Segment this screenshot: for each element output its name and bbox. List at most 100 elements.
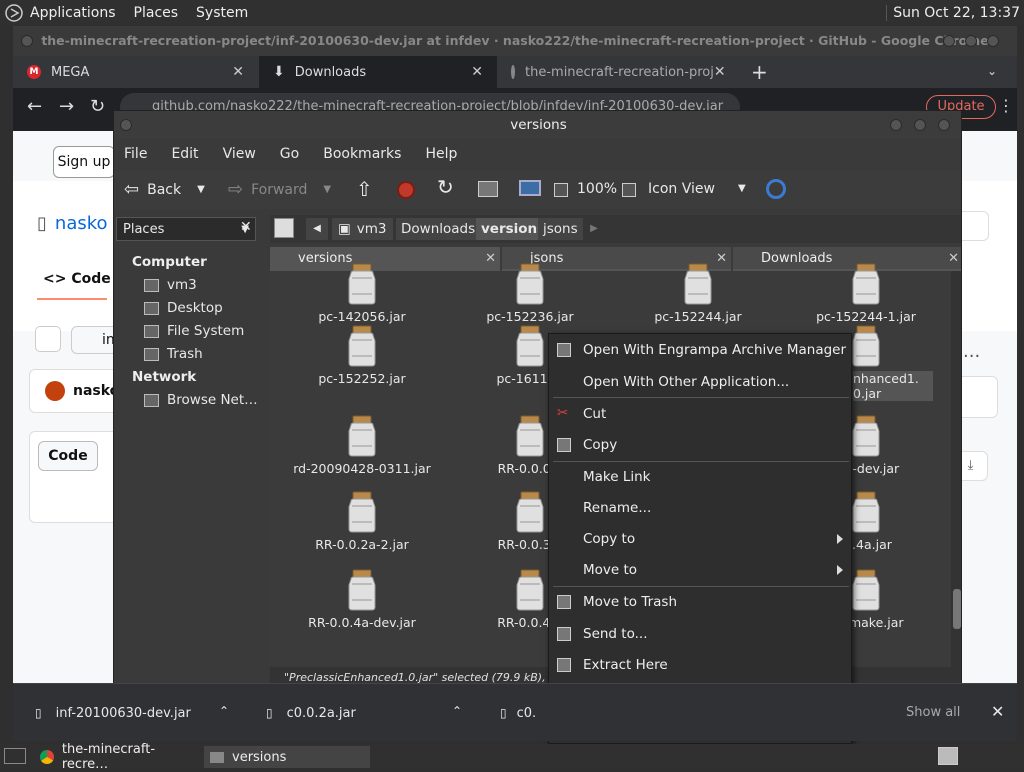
sidebar-item-trash[interactable]: Trash xyxy=(144,346,203,362)
home-folder-icon[interactable] xyxy=(478,181,498,197)
menu-view[interactable]: View xyxy=(223,146,256,162)
menu-go[interactable]: Go xyxy=(280,146,299,162)
context-menu-item-copy[interactable]: Copy xyxy=(549,430,853,460)
taskbar-item-versions[interactable]: versions xyxy=(204,746,370,768)
chevron-up-icon[interactable]: ⌃ xyxy=(219,704,229,718)
close-tab-icon[interactable]: ✕ xyxy=(471,64,483,80)
new-tab-icon[interactable]: + xyxy=(751,60,768,84)
menu-file[interactable]: File xyxy=(124,146,147,162)
download-item-c002a[interactable]: ▯ c0.0.2a.jar xyxy=(266,684,466,742)
maximize-icon[interactable] xyxy=(965,35,977,47)
context-menu-item-make-link[interactable]: Make Link xyxy=(549,462,853,492)
tab-search-icon[interactable]: ⌄ xyxy=(987,64,997,78)
close-tab-icon[interactable]: ✕ xyxy=(232,64,244,80)
show-all-button[interactable]: Show all xyxy=(906,701,976,725)
context-menu-item-rename[interactable]: Rename... xyxy=(549,493,853,523)
view-mode-dropdown-icon[interactable]: ▼ xyxy=(738,183,746,194)
context-menu-item-move-to-trash[interactable]: Move to Trash xyxy=(549,587,853,617)
clock[interactable]: Sun Oct 22, 13:37 xyxy=(886,4,1020,21)
reload-icon[interactable]: ↻ xyxy=(437,175,454,199)
code-tab[interactable]: <> Code xyxy=(43,271,111,287)
tab-github[interactable]: the-minecraft-recreation-proj ✕ xyxy=(497,56,733,88)
context-menu-item-cut[interactable]: ✂ Cut xyxy=(549,399,853,429)
file-item[interactable]: pc-142056.jar xyxy=(287,263,437,324)
file-item[interactable]: RR-0.0.4a-dev.jar xyxy=(287,569,437,630)
tab-mega[interactable]: M MEGA ✕ xyxy=(13,56,258,88)
reload-icon[interactable]: ↻ xyxy=(90,96,105,117)
repo-title[interactable]: ▯ nasko xyxy=(37,213,108,234)
show-desktop-icon[interactable] xyxy=(4,748,26,764)
back-button[interactable]: ⇦ Back ▼ xyxy=(124,179,205,200)
path-segment-downloads[interactable]: Downloads xyxy=(396,218,481,240)
stop-icon[interactable] xyxy=(397,181,415,199)
sidebar-item-desktop[interactable]: Desktop xyxy=(144,300,223,316)
file-item[interactable]: RR-0.0.2a-2.jar xyxy=(287,491,437,552)
forward-history-icon[interactable]: ▼ xyxy=(323,184,331,195)
more-menu-icon[interactable]: ⋮ xyxy=(998,96,1014,115)
sign-up-button[interactable]: Sign up xyxy=(53,146,115,178)
path-right-arrow-icon[interactable]: ▶ xyxy=(584,218,604,240)
close-icon[interactable] xyxy=(987,35,999,47)
forward-button[interactable]: ⇨ Forward ▼ xyxy=(228,179,331,200)
close-downloads-icon[interactable]: ✕ xyxy=(991,702,1004,721)
menu-bookmarks[interactable]: Bookmarks xyxy=(323,146,401,162)
file-item[interactable]: pc-152244-1.jar xyxy=(791,263,941,324)
fm-maximize-icon[interactable] xyxy=(914,119,926,131)
forward-arrow-icon[interactable]: → xyxy=(59,96,74,117)
menu-help[interactable]: Help xyxy=(425,146,457,162)
view-mode-select[interactable]: Icon View xyxy=(648,181,715,197)
fm-menu-dot-icon[interactable] xyxy=(120,119,132,131)
chrome-menu-dot-icon[interactable] xyxy=(21,35,33,47)
sidebar-selector[interactable]: Places ▼ xyxy=(116,217,256,241)
context-menu-item-open-with-engrampa-archive-manager[interactable]: Open With Engrampa Archive Manager xyxy=(549,335,853,365)
download-item-c0[interactable]: ▯ c0. xyxy=(500,684,560,742)
close-tab-icon[interactable]: ✕ xyxy=(714,64,726,80)
file-item[interactable]: pc-152236.jar xyxy=(455,263,605,324)
context-menu-item-send-to[interactable]: Send to... xyxy=(549,619,853,649)
context-menu-item-copy-to[interactable]: Copy to xyxy=(549,524,853,554)
zoom-in-icon[interactable] xyxy=(622,183,636,197)
file-tree-icon[interactable] xyxy=(35,326,61,352)
file-item[interactable]: pc-152252.jar xyxy=(287,325,437,386)
fm-minimize-icon[interactable] xyxy=(890,119,902,131)
taskbar-item-chrome[interactable]: the-minecraft-recre… xyxy=(34,742,200,772)
file-item[interactable]: pc-152244.jar xyxy=(623,263,773,324)
fm-close-icon[interactable] xyxy=(938,119,950,131)
context-menu-item-move-to[interactable]: Move to xyxy=(549,555,853,585)
back-arrow-icon[interactable]: ← xyxy=(27,96,42,117)
path-segment-jsons[interactable]: jsons xyxy=(538,218,583,240)
context-menu-item-open-with-other-application[interactable]: Open With Other Application... xyxy=(549,367,853,397)
tab-downloads[interactable]: ⬇ Downloads ✕ xyxy=(259,56,497,88)
path-segment-vm3[interactable]: ▣ vm3 xyxy=(332,218,393,240)
fm-titlebar[interactable]: versions xyxy=(114,111,961,139)
chevron-up-icon[interactable]: ⌃ xyxy=(452,704,462,718)
download-item-inf[interactable]: ▯ inf-20100630-dev.jar xyxy=(35,684,235,742)
system-menu[interactable]: System xyxy=(196,5,248,21)
path-left-arrow-icon[interactable]: ◀ xyxy=(306,218,328,240)
menu-edit[interactable]: Edit xyxy=(171,146,198,162)
close-tab-icon[interactable]: ✕ xyxy=(948,247,959,271)
computer-icon[interactable] xyxy=(519,180,541,196)
code-view-button[interactable]: Code xyxy=(38,441,98,471)
avatar[interactable] xyxy=(45,381,65,401)
applications-menu[interactable]: Applications xyxy=(30,5,116,21)
search-icon[interactable] xyxy=(766,179,786,199)
distro-logo-icon[interactable] xyxy=(4,3,24,23)
sidebar-item-vm3[interactable]: vm3 xyxy=(144,277,197,293)
edit-path-icon[interactable] xyxy=(274,218,294,238)
zoom-out-icon[interactable] xyxy=(554,183,568,197)
context-menu-item-extract-here[interactable]: Extract Here xyxy=(549,650,853,680)
up-arrow-icon[interactable]: ⇧ xyxy=(356,177,373,201)
more-options-icon[interactable]: ··· xyxy=(963,346,980,367)
sidebar-item-file-system[interactable]: File System xyxy=(144,323,244,339)
places-menu[interactable]: Places xyxy=(134,5,179,21)
back-history-icon[interactable]: ▼ xyxy=(197,184,205,195)
scrollbar-thumb[interactable] xyxy=(953,589,961,629)
sidebar-item-browse-network[interactable]: Browse Net… xyxy=(144,392,258,408)
close-sidebar-icon[interactable]: ✕ xyxy=(240,219,252,235)
workspace-switcher[interactable] xyxy=(938,747,958,765)
minimize-icon[interactable] xyxy=(943,35,955,47)
chrome-titlebar[interactable]: the-minecraft-recreation-project/inf-201… xyxy=(13,26,1017,56)
file-item[interactable]: rd-20090428-0311.jar xyxy=(287,415,437,476)
scrollbar[interactable] xyxy=(951,271,961,667)
